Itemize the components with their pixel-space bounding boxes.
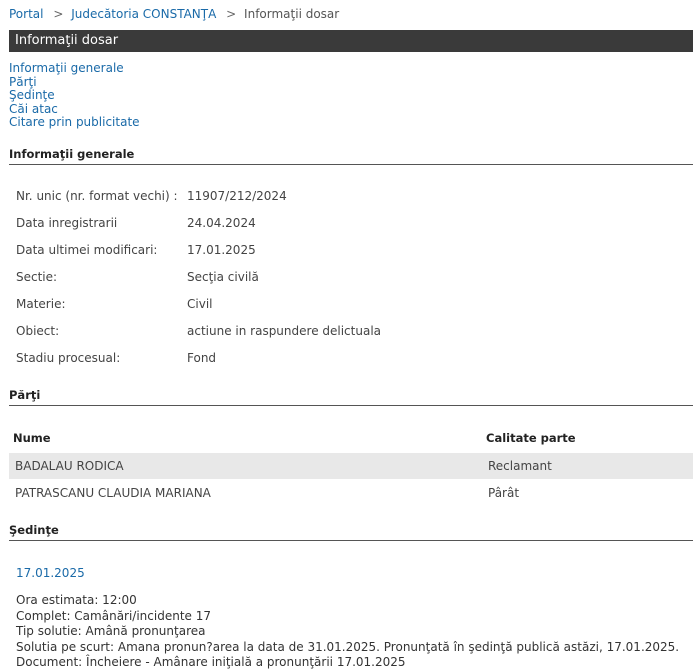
info-value: 11907/212/2024 xyxy=(187,189,287,203)
breadcrumb-separator: > xyxy=(226,7,237,21)
info-label: Stadiu procesual: xyxy=(16,351,121,365)
nav-link-appeals[interactable]: Căi atac xyxy=(9,102,140,117)
info-value: actiune in raspundere delictuala xyxy=(187,324,382,338)
info-label: Materie: xyxy=(16,297,66,311)
info-label: Sectie: xyxy=(16,270,58,284)
info-label: Data inregistrarii xyxy=(16,216,118,230)
info-row-registration-date: Data inregistrarii 24.04.2024 xyxy=(16,216,256,232)
session-estimated-time: Ora estimata: 12:00 xyxy=(16,593,137,607)
column-header-role: Calitate parte xyxy=(486,431,576,445)
nav-link-public-summons[interactable]: Citare prin publicitate xyxy=(9,115,140,130)
table-row: PATRASCANU CLAUDIA MARIANA Pârât xyxy=(9,480,693,506)
page-title-bar: Informaţii dosar xyxy=(9,30,693,52)
info-row-section: Sectie: Secţia civilă xyxy=(16,270,259,286)
general-info-heading: Informaţii generale xyxy=(9,147,693,165)
info-row-object: Obiect: actiune in raspundere delictuala xyxy=(16,324,381,340)
session-panel: Complet: Camânări/incidente 17 xyxy=(16,608,211,623)
table-row: BADALAU RODICA Reclamant xyxy=(9,453,693,479)
info-value: Secţia civilă xyxy=(187,270,259,284)
party-name: BADALAU RODICA xyxy=(15,459,124,473)
party-role: Reclamant xyxy=(488,459,552,473)
info-value: 17.01.2025 xyxy=(187,243,256,257)
info-value: Civil xyxy=(187,297,213,311)
info-label: Obiect: xyxy=(16,324,60,338)
sessions-heading: Şedinţe xyxy=(9,523,693,541)
info-value: 24.04.2024 xyxy=(187,216,256,230)
session-date: 17.01.2025 xyxy=(16,566,85,580)
info-label: Data ultimei modificari: xyxy=(16,243,158,257)
nav-link-sessions[interactable]: Şedinţe xyxy=(9,88,140,103)
session-solution-summary: Solutia pe scurt: Amana pronun?area la d… xyxy=(16,639,680,654)
breadcrumb-portal-link[interactable]: Portal xyxy=(9,7,43,21)
info-row-matter: Materie: Civil xyxy=(16,297,212,313)
parties-heading: Părţi xyxy=(9,388,693,406)
page-title: Informaţii dosar xyxy=(15,33,119,48)
column-header-name: Nume xyxy=(13,431,51,445)
breadcrumb-current: Informaţii dosar xyxy=(244,7,340,21)
party-name: PATRASCANU CLAUDIA MARIANA xyxy=(15,486,211,500)
info-label: Nr. unic (nr. format vechi) : xyxy=(16,189,178,203)
breadcrumb-separator: > xyxy=(53,7,64,21)
info-row-last-modified: Data ultimei modificari: 17.01.2025 xyxy=(16,243,256,259)
breadcrumb-court-link[interactable]: Judecătoria CONSTANŢA xyxy=(71,7,216,21)
session-solution-type: Tip solutie: Amână pronunţarea xyxy=(16,624,206,638)
parties-table-header: Nume Calitate parte xyxy=(13,431,693,445)
section-nav: Informaţii generale Părţi Şedinţe Căi at… xyxy=(9,61,140,130)
info-row-procedural-stage: Stadiu procesual: Fond xyxy=(16,351,216,367)
session-document: Document: Încheiere - Amânare iniţială a… xyxy=(16,655,406,669)
nav-link-parties[interactable]: Părţi xyxy=(9,75,140,90)
info-row-case-number: Nr. unic (nr. format vechi) : 11907/212/2… xyxy=(16,189,287,205)
info-value: Fond xyxy=(187,351,217,365)
nav-link-general-info[interactable]: Informaţii generale xyxy=(9,61,140,76)
session-details: Ora estimata: 12:00 Complet: Camânări/in… xyxy=(16,593,679,671)
party-role: Pârât xyxy=(488,486,520,500)
breadcrumb: Portal > Judecătoria CONSTANŢA > Informa… xyxy=(9,7,339,21)
